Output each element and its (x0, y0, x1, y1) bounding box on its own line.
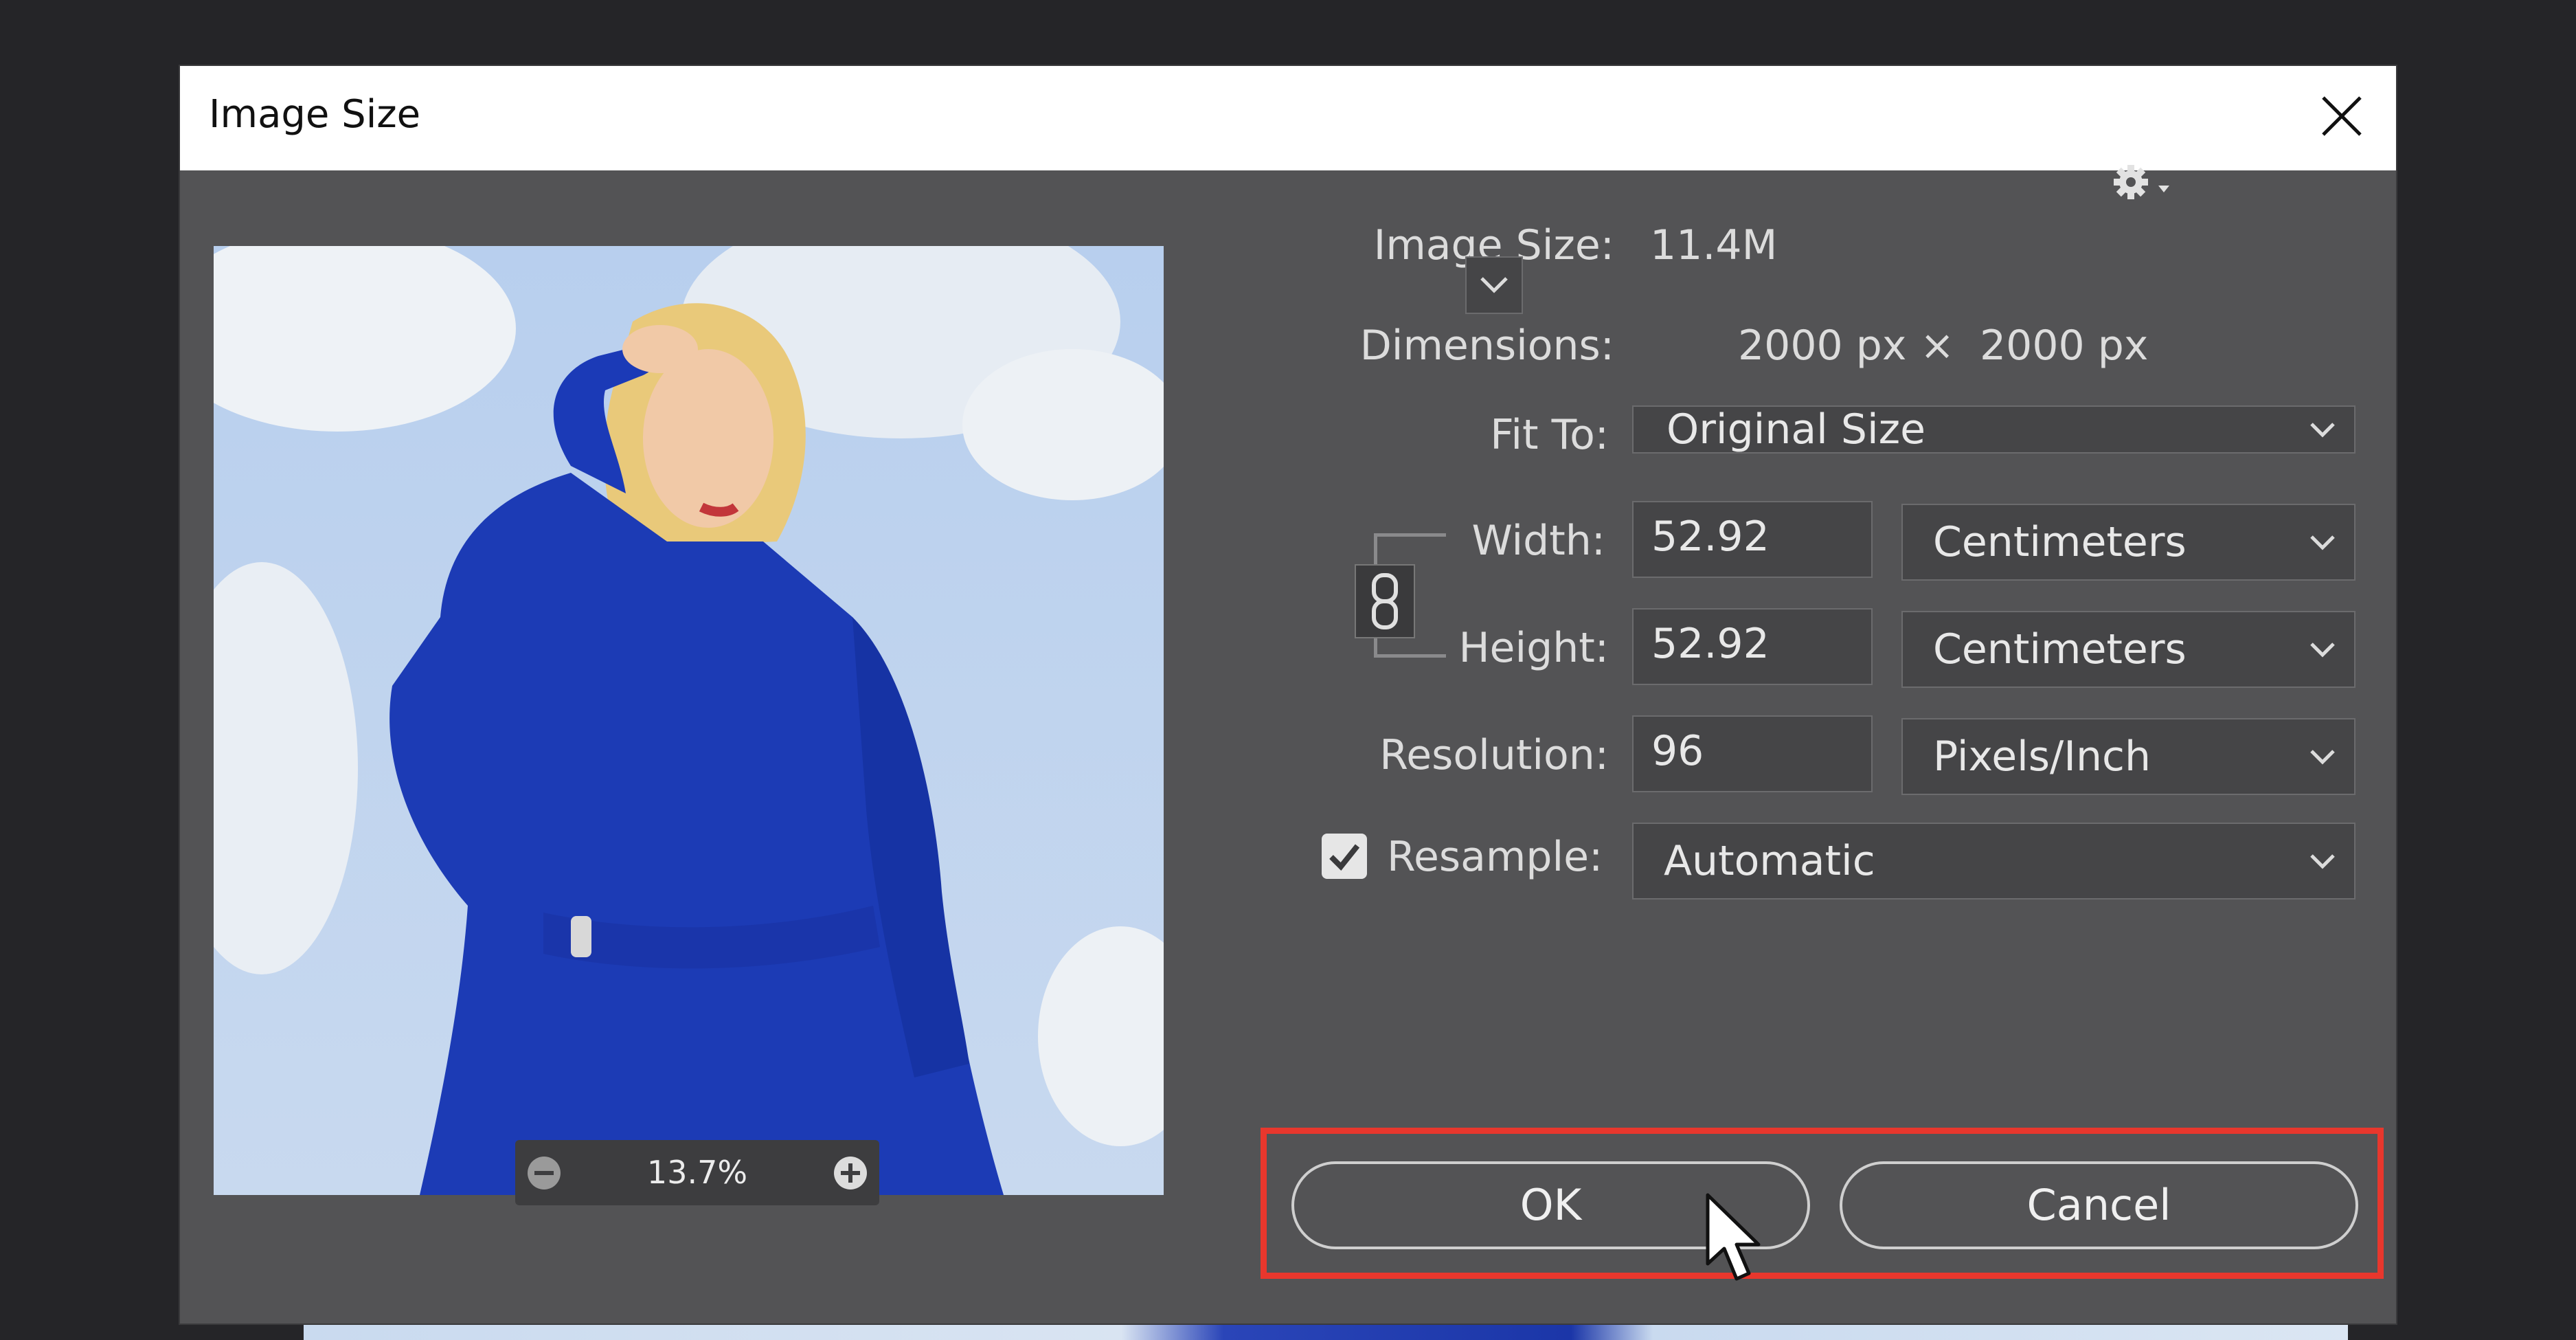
checkmark-icon (1329, 844, 1360, 871)
dialog-title: Image Size (209, 92, 421, 137)
resample-value: Automatic (1664, 837, 1875, 885)
resample-select[interactable]: Automatic (1632, 823, 2355, 900)
fit-to-value: Original Size (1667, 405, 1926, 454)
resample-label: Resample: (1387, 833, 1603, 881)
chevron-down-icon (2310, 535, 2335, 550)
zoom-bar: 13.7% (515, 1140, 879, 1205)
link-bracket-top (1374, 533, 1446, 564)
dimensions-separator: × (1920, 322, 1955, 370)
zoom-level: 13.7% (646, 1154, 748, 1191)
width-input[interactable]: 52.92 (1632, 501, 1873, 578)
resolution-unit-select[interactable]: Pixels/Inch (1901, 718, 2355, 795)
woman-in-blue-dress-photo (214, 246, 1164, 1195)
height-unit-select[interactable]: Centimeters (1901, 611, 2355, 688)
chevron-down-icon (1480, 277, 1508, 293)
width-unit-select[interactable]: Centimeters (1901, 504, 2355, 581)
resolution-input[interactable]: 96 (1632, 715, 1873, 792)
cancel-button[interactable]: Cancel (1840, 1161, 2358, 1249)
resolution-label: Resolution: (1379, 731, 1609, 779)
zoom-in-icon[interactable] (833, 1155, 868, 1191)
dimensions-width: 2000 px (1738, 322, 1907, 370)
chevron-down-icon (2310, 423, 2335, 438)
resample-checkbox[interactable] (1322, 834, 1367, 879)
height-unit-value: Centimeters (1933, 625, 2187, 673)
width-unit-value: Centimeters (1933, 518, 2187, 566)
gear-icon[interactable] (2108, 158, 2173, 206)
dimensions-label: Dimensions: (1359, 322, 1614, 370)
chevron-down-icon (2310, 854, 2335, 869)
dialog-titlebar: Image Size (180, 66, 2396, 170)
resolution-unit-value: Pixels/Inch (1933, 733, 2151, 781)
height-label: Height: (1458, 624, 1609, 672)
chevron-down-icon (2310, 643, 2335, 658)
mouse-cursor-icon (1706, 1193, 1761, 1281)
image-size-value: 11.4M (1650, 221, 1778, 269)
chevron-down-icon (2310, 750, 2335, 765)
width-label: Width: (1471, 517, 1605, 565)
height-input[interactable]: 52.92 (1632, 608, 1873, 685)
preview-image[interactable] (214, 246, 1164, 1195)
dimensions-height: 2000 px (1980, 322, 2149, 370)
constrain-proportions-link-icon[interactable] (1355, 564, 1415, 638)
fit-to-label: Fit To: (1490, 411, 1609, 459)
fit-to-select[interactable]: Original Size (1632, 405, 2355, 454)
close-icon[interactable] (2316, 91, 2367, 142)
dimensions-dropdown-toggle[interactable] (1465, 256, 1523, 314)
